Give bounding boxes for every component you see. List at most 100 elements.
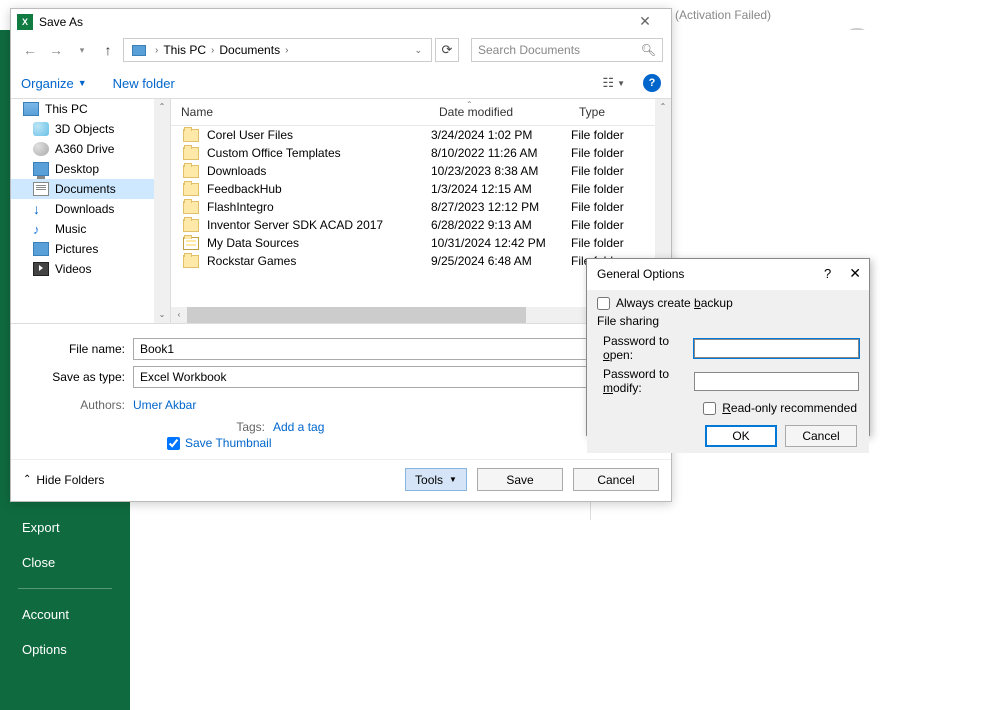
dialog-titlebar: X Save As ✕	[11, 9, 671, 34]
scroll-left-icon[interactable]: ‹	[171, 307, 187, 323]
password-modify-label: Password to modify:	[597, 367, 694, 395]
folder-icon	[183, 255, 199, 268]
sort-indicator-icon: ⌃	[466, 100, 473, 109]
col-date[interactable]: Date modified	[429, 99, 569, 125]
activation-status: (Activation Failed)	[675, 8, 771, 22]
downloads-icon: ↓	[33, 202, 49, 216]
search-icon[interactable]: 🔍︎	[641, 43, 656, 57]
tags-value[interactable]: Add a tag	[273, 420, 324, 434]
ok-button[interactable]: OK	[705, 425, 777, 447]
password-open-input[interactable]	[694, 339, 859, 358]
authors-label: Authors:	[23, 398, 133, 412]
chevron-down-icon[interactable]: ▾	[71, 39, 93, 61]
tree-item-thispc[interactable]: This PC	[11, 99, 170, 119]
tree-item-downloads[interactable]: ↓Downloads	[11, 199, 170, 219]
file-date: 9/25/2024 6:48 AM	[429, 254, 569, 268]
nav-back-icon[interactable]: ←	[19, 39, 41, 61]
file-row[interactable]: Custom Office Templates8/10/2022 11:26 A…	[171, 144, 671, 162]
file-type: File folder	[569, 236, 649, 250]
col-type[interactable]: Type	[569, 99, 649, 125]
breadcrumb[interactable]: › This PC › Documents › ⌄	[123, 38, 432, 62]
tree-item-videos[interactable]: Videos	[11, 259, 170, 279]
file-row[interactable]: Downloads10/23/2023 8:38 AMFile folder	[171, 162, 671, 180]
horizontal-scrollbar[interactable]: ‹›	[171, 307, 655, 323]
folder-tree: This PC 3D Objects A360 Drive Desktop Do…	[11, 99, 171, 323]
folder-icon	[183, 237, 199, 250]
refresh-icon[interactable]: ⟳	[435, 38, 459, 62]
help-icon[interactable]: ?	[824, 266, 831, 281]
close-icon[interactable]: ✕	[849, 265, 861, 282]
help-icon[interactable]: ?	[643, 74, 661, 92]
chevron-right-icon[interactable]: ›	[152, 45, 161, 56]
file-row[interactable]: FlashIntegro8/27/2023 12:12 PMFile folde…	[171, 198, 671, 216]
file-name-input[interactable]	[133, 338, 659, 360]
tree-item-a360[interactable]: A360 Drive	[11, 139, 170, 159]
folder-icon	[183, 147, 199, 160]
file-type: File folder	[569, 182, 649, 196]
search-input[interactable]: Search Documents 🔍︎	[471, 38, 663, 62]
breadcrumb-root[interactable]: This PC	[163, 43, 206, 57]
file-name: FeedbackHub	[207, 182, 429, 196]
chevron-down-icon: ▼	[449, 475, 457, 484]
cancel-button[interactable]: Cancel	[573, 468, 659, 491]
chevron-right-icon[interactable]: ›	[208, 45, 217, 56]
save-thumbnail-input[interactable]	[167, 437, 180, 450]
cancel-button[interactable]: Cancel	[785, 425, 857, 447]
music-icon: ♪	[33, 222, 49, 236]
tags-label: Tags:	[233, 420, 273, 434]
tools-button[interactable]: Tools▼	[405, 468, 467, 491]
file-row[interactable]: Inventor Server SDK ACAD 20176/28/2022 9…	[171, 216, 671, 234]
search-placeholder: Search Documents	[478, 43, 580, 57]
file-name: Inventor Server SDK ACAD 2017	[207, 218, 429, 232]
folder-icon	[183, 201, 199, 214]
file-row[interactable]: FeedbackHub1/3/2024 12:15 AMFile folder	[171, 180, 671, 198]
file-date: 10/23/2023 8:38 AM	[429, 164, 569, 178]
scroll-up-icon[interactable]: ⌃	[154, 99, 170, 115]
tree-item-documents[interactable]: Documents	[11, 179, 170, 199]
folder-icon	[183, 129, 199, 142]
file-type: File folder	[569, 200, 649, 214]
sidebar-item-options[interactable]: Options	[0, 632, 130, 667]
breadcrumb-folder[interactable]: Documents	[219, 43, 280, 57]
always-backup-checkbox[interactable]: Always create backup	[597, 296, 859, 310]
pictures-icon	[33, 242, 49, 256]
scroll-up-icon[interactable]: ⌃	[655, 99, 671, 115]
readonly-input[interactable]	[703, 402, 716, 415]
file-row[interactable]: My Data Sources10/31/2024 12:42 PMFile f…	[171, 234, 671, 252]
organize-button[interactable]: Organize▼	[21, 76, 87, 91]
excel-icon: X	[17, 14, 33, 30]
always-backup-label: Always create backup	[616, 296, 733, 310]
new-folder-button[interactable]: New folder	[113, 76, 175, 91]
save-type-select[interactable]: Excel Workbook	[133, 366, 659, 388]
tree-item-desktop[interactable]: Desktop	[11, 159, 170, 179]
file-date: 8/27/2023 12:12 PM	[429, 200, 569, 214]
sidebar-item-export[interactable]: Export	[0, 510, 130, 545]
file-date: 3/24/2024 1:02 PM	[429, 128, 569, 142]
tree-scrollbar[interactable]: ⌃⌄	[154, 99, 170, 323]
sidebar-item-close[interactable]: Close	[0, 545, 130, 580]
always-backup-input[interactable]	[597, 297, 610, 310]
save-thumbnail-checkbox[interactable]: Save Thumbnail	[167, 436, 659, 450]
dialog-title: Save As	[39, 15, 83, 29]
nav-up-icon[interactable]: ↑	[97, 39, 119, 61]
tree-item-pictures[interactable]: Pictures	[11, 239, 170, 259]
breadcrumb-dropdown-icon[interactable]: ⌄	[409, 45, 427, 56]
save-button[interactable]: Save	[477, 468, 563, 491]
authors-value[interactable]: Umer Akbar	[133, 398, 196, 412]
chevron-right-icon[interactable]: ›	[282, 45, 291, 56]
file-name: Corel User Files	[207, 128, 429, 142]
scroll-down-icon[interactable]: ⌄	[154, 307, 170, 323]
readonly-checkbox[interactable]: Read-only recommended	[597, 401, 859, 415]
tree-item-3dobjects[interactable]: 3D Objects	[11, 119, 170, 139]
hide-folders-button[interactable]: ⌃ Hide Folders	[23, 473, 104, 487]
pc-icon	[132, 45, 146, 56]
close-icon[interactable]: ✕	[625, 13, 665, 30]
folder-icon	[183, 165, 199, 178]
tree-item-music[interactable]: ♪Music	[11, 219, 170, 239]
password-modify-input[interactable]	[694, 372, 859, 391]
scrollbar-thumb[interactable]	[187, 307, 526, 323]
view-options-button[interactable]: ☷ ▼	[602, 75, 625, 91]
sidebar-item-account[interactable]: Account	[0, 597, 130, 632]
file-row[interactable]: Corel User Files3/24/2024 1:02 PMFile fo…	[171, 126, 671, 144]
col-name[interactable]: Name	[171, 99, 429, 125]
